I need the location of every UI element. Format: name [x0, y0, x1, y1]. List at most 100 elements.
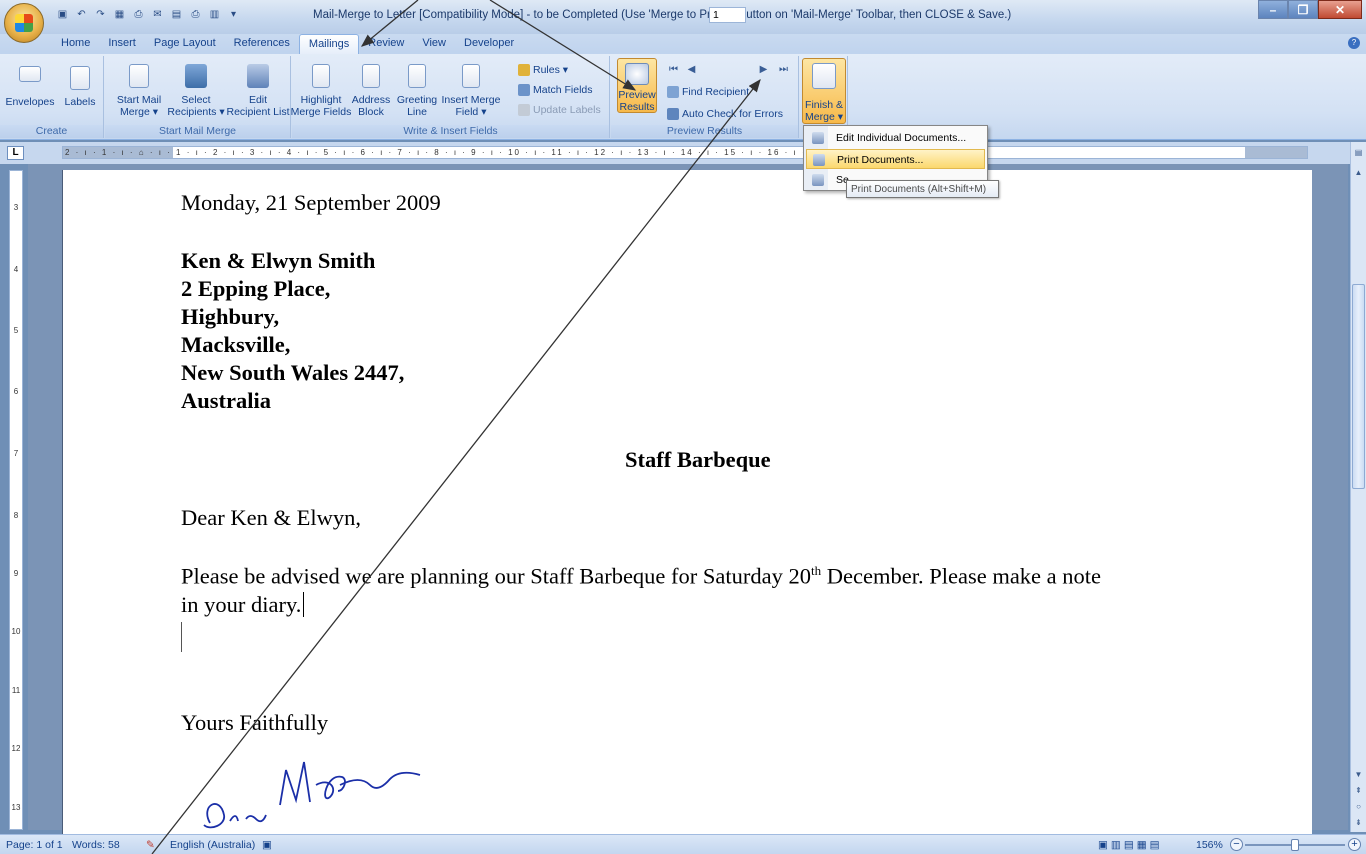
- zoom-out-button[interactable]: −: [1230, 838, 1243, 851]
- scroll-down-button[interactable]: ▼: [1352, 770, 1365, 783]
- customize-qat-icon[interactable]: ▾: [225, 6, 242, 22]
- menu-edit-individual-documents[interactable]: Edit Individual Documents...: [806, 128, 985, 148]
- menu-print-documents[interactable]: Print Documents...: [806, 149, 985, 169]
- save-icon[interactable]: ▣: [54, 6, 71, 22]
- format-icon[interactable]: ▤: [168, 6, 185, 22]
- macro-record-icon[interactable]: ▣: [262, 839, 272, 851]
- close-button[interactable]: ✕: [1318, 0, 1362, 19]
- print-icon[interactable]: ⎙: [130, 6, 147, 22]
- office-button[interactable]: [4, 3, 44, 43]
- vertical-ruler[interactable]: 3 4 5 6 7 8 9 10 11 12 13: [9, 170, 23, 830]
- view-buttons[interactable]: ▣▥▤▦▤: [1098, 839, 1163, 851]
- status-bar: Page: 1 of 1 Words: 58 ✎ English (Austra…: [0, 834, 1366, 854]
- ruler-toggle-icon[interactable]: ▤: [1352, 148, 1365, 161]
- language-indicator[interactable]: English (Australia): [170, 839, 255, 851]
- finish-merge-button[interactable]: Finish & Merge ▾: [802, 58, 846, 124]
- find-recipient-button[interactable]: Find Recipient: [667, 84, 749, 100]
- tab-home[interactable]: Home: [52, 34, 99, 54]
- group-write-insert: Highlight Merge Fields Address Block Gre…: [290, 56, 610, 138]
- edit-recipient-list-button[interactable]: Edit Recipient List: [225, 64, 291, 118]
- rules-button[interactable]: Rules ▾: [518, 62, 568, 78]
- tab-mailings[interactable]: Mailings: [298, 34, 360, 54]
- ibeam-cursor: [181, 622, 183, 652]
- insert-merge-field-button[interactable]: Insert Merge Field ▾: [439, 64, 503, 118]
- auto-check-icon: [667, 108, 679, 120]
- group-title-preview: Preview Results: [611, 125, 798, 138]
- greeting-line-button[interactable]: Greeting Line: [392, 64, 442, 118]
- find-recipient-icon: [667, 86, 679, 98]
- ribbon-tabs: Home Insert Page Layout References Maili…: [52, 34, 523, 54]
- proofing-icon[interactable]: ✎: [146, 839, 155, 851]
- next-record-button[interactable]: ▶: [757, 64, 770, 78]
- print-documents-icon: [813, 154, 825, 166]
- horizontal-ruler[interactable]: 2 · ı · 1 · ı · ⌂ · ı · 1 · ı · 2 · ı · …: [62, 146, 1308, 159]
- tab-references[interactable]: References: [225, 34, 299, 54]
- vruler-10: 10: [11, 627, 21, 636]
- mail-icon[interactable]: ✉: [149, 6, 166, 22]
- match-fields-icon: [518, 84, 530, 96]
- tab-view[interactable]: View: [413, 34, 455, 54]
- word-count[interactable]: Words: 58: [72, 839, 120, 851]
- zoom-knob[interactable]: [1291, 839, 1299, 851]
- table-icon[interactable]: ▦: [111, 6, 128, 22]
- previous-record-button[interactable]: ◀: [685, 64, 698, 78]
- start-mail-merge-button[interactable]: Start Mail Merge ▾: [111, 64, 167, 118]
- restore-button[interactable]: ❐: [1288, 0, 1318, 19]
- page-count[interactable]: Page: 1 of 1: [6, 839, 63, 851]
- help-icon[interactable]: ?: [1348, 37, 1360, 49]
- printer-icon[interactable]: ⎙: [187, 6, 204, 22]
- vruler-8: 8: [13, 511, 19, 520]
- highlight-merge-fields-button[interactable]: Highlight Merge Fields: [290, 64, 352, 118]
- select-browse-object-button[interactable]: ○: [1352, 802, 1365, 815]
- select-recipients-button[interactable]: Select Recipients ▾: [165, 64, 227, 118]
- tab-page-layout[interactable]: Page Layout: [145, 34, 225, 54]
- address-line-4: New South Wales 2447,: [181, 360, 405, 385]
- recipient-name: Ken & Elwyn Smith: [181, 248, 376, 273]
- ribbon: Envelopes Labels Create Start Mail Merge…: [0, 54, 1366, 140]
- update-labels-button[interactable]: Update Labels: [518, 102, 601, 118]
- undo-icon[interactable]: ↶: [73, 6, 90, 22]
- window-title: Mail-Merge to Letter [Compatibility Mode…: [313, 9, 1012, 21]
- scrollbar-thumb[interactable]: [1352, 284, 1365, 489]
- address-block-button[interactable]: Address Block: [350, 64, 392, 118]
- zoom-slider[interactable]: [1245, 839, 1345, 851]
- envelopes-button[interactable]: Envelopes: [4, 66, 56, 108]
- group-title-write: Write & Insert Fields: [292, 125, 609, 138]
- auto-check-errors-button[interactable]: Auto Check for Errors: [667, 106, 783, 122]
- body-line-2: in your diary.: [181, 592, 311, 618]
- tab-selector-button[interactable]: L: [7, 146, 24, 160]
- preview-results-button[interactable]: Preview Results: [617, 58, 657, 113]
- vruler-3: 3: [13, 203, 19, 212]
- send-email-icon: [812, 174, 824, 186]
- recipients-icon: [185, 64, 207, 88]
- next-page-button[interactable]: ⇟: [1352, 818, 1365, 831]
- scroll-up-button[interactable]: ▲: [1352, 168, 1365, 181]
- letter-heading: Staff Barbeque: [625, 447, 771, 472]
- record-number-input[interactable]: [709, 7, 746, 23]
- labels-button[interactable]: Labels: [60, 66, 100, 108]
- envelope-icon: [19, 66, 41, 82]
- body-line-2-text: in your diary.: [181, 592, 302, 617]
- address-line-2: Highbury,: [181, 304, 280, 329]
- group-title-create: Create: [0, 125, 103, 138]
- edit-documents-icon: [812, 132, 824, 144]
- first-record-button[interactable]: ⏮: [667, 64, 680, 78]
- group-create: Envelopes Labels Create: [0, 56, 104, 138]
- body-line-1-post: December. Please make a note: [821, 563, 1102, 589]
- tab-review[interactable]: Review: [359, 34, 413, 54]
- layout-icon[interactable]: ▥: [206, 6, 223, 22]
- redo-icon[interactable]: ↷: [92, 6, 109, 22]
- minimize-button[interactable]: –: [1258, 0, 1288, 19]
- group-title-start: Start Mail Merge: [105, 125, 290, 138]
- rules-icon: [518, 64, 530, 76]
- zoom-level[interactable]: 156%: [1196, 839, 1223, 851]
- quick-access-toolbar: ▣ ↶ ↷ ▦ ⎙ ✉ ▤ ⎙ ▥ ▾: [54, 6, 242, 22]
- tab-developer[interactable]: Developer: [455, 34, 523, 54]
- vertical-scrollbar[interactable]: ▤ ▲ ▼ ⇞ ○ ⇟: [1350, 142, 1366, 832]
- tab-insert[interactable]: Insert: [99, 34, 145, 54]
- match-fields-button[interactable]: Match Fields: [518, 82, 593, 98]
- update-labels-icon: [518, 104, 530, 116]
- last-record-button[interactable]: ⏭: [777, 64, 790, 78]
- zoom-in-button[interactable]: +: [1348, 838, 1361, 851]
- previous-page-button[interactable]: ⇞: [1352, 786, 1365, 799]
